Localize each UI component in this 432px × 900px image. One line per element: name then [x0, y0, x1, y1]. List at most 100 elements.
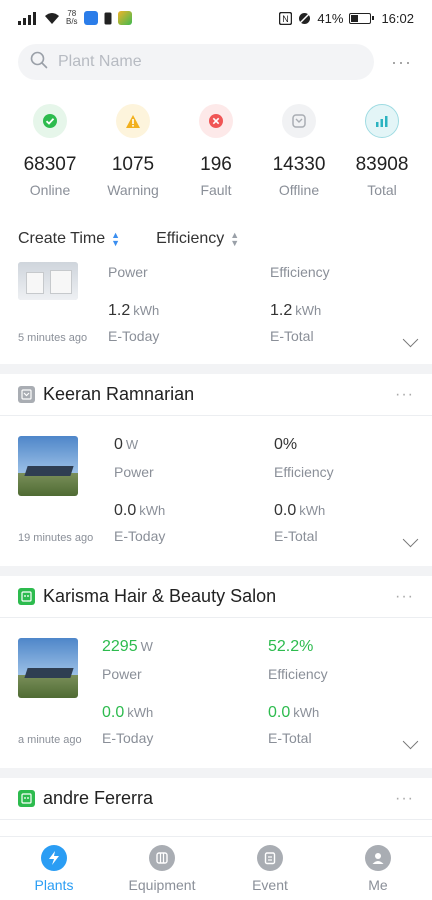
stat-label: Online	[29, 182, 71, 198]
plant-card[interactable]: Keeran Ramnarian ··· 0W Power 0% Efficie…	[0, 374, 432, 566]
online-status-icon	[18, 588, 35, 605]
battery-icon	[349, 12, 375, 24]
stat-fault[interactable]: 196 Fault	[176, 104, 256, 198]
etotal-metric: 1.2 kWh E-Total	[270, 302, 322, 344]
stat-label: Warning	[107, 182, 159, 198]
stat-value: 14330	[272, 154, 326, 175]
nav-plants[interactable]: Plants	[4, 837, 104, 900]
stat-value: 1075	[111, 154, 155, 175]
plant-card[interactable]: andre Fererra ···	[0, 778, 432, 836]
etoday-metric: 0.0 kWh E-Today	[114, 502, 166, 544]
power-metric: 0W Power	[114, 436, 154, 480]
nav-label: Me	[368, 877, 388, 893]
nav-event[interactable]: Event	[220, 837, 320, 900]
bottom-navigation: Plants Equipment Event Me	[0, 836, 432, 900]
plant-card-header: andre Fererra ···	[0, 778, 432, 820]
plant-name: andre Fererra	[43, 788, 154, 808]
sort-bar: Create Time ▲ ▼ Efficiency ▲ ▼	[18, 230, 239, 248]
updated-time: a minute ago	[18, 734, 82, 746]
etoday-metric: 0.0 kWh E-Today	[102, 704, 154, 746]
status-bar: 78 B/s N 41% 16:02	[0, 0, 432, 36]
user-icon	[365, 845, 391, 871]
power-metric: Power	[108, 264, 148, 280]
efficiency-metric: 0% Efficiency	[274, 436, 334, 480]
power-metric: 2295 W Power	[102, 638, 153, 682]
plant-card-body: 2295 W Power 52.2% Efficiency 0.0 kWh E-To…	[0, 618, 432, 778]
sort-efficiency[interactable]: Efficiency ▲ ▼	[156, 230, 239, 248]
search-row: ···	[18, 44, 414, 80]
stat-value: 83908	[355, 154, 409, 175]
search-box[interactable]	[18, 44, 374, 80]
total-chart-icon	[365, 104, 399, 138]
updated-time: 19 minutes ago	[18, 532, 94, 544]
plant-more-icon[interactable]: ···	[395, 790, 414, 808]
nfc-icon: N	[279, 11, 293, 25]
stat-label: Offline	[278, 182, 320, 198]
sort-label: Efficiency	[156, 230, 225, 247]
equipment-icon	[149, 845, 175, 871]
etotal-metric: 0.0 kWh E-Total	[274, 502, 326, 544]
plant-name: Keeran Ramnarian	[43, 384, 195, 404]
app-icon	[117, 11, 132, 25]
search-input[interactable]	[58, 53, 348, 71]
plant-more-icon[interactable]: ···	[395, 588, 414, 606]
warning-triangle-icon	[116, 104, 150, 138]
vibrate-icon	[298, 12, 311, 25]
battery-percent: 41%	[317, 10, 344, 26]
sort-label: Create Time	[18, 230, 106, 247]
nav-me[interactable]: Me	[328, 837, 428, 900]
chevron-down-icon[interactable]	[402, 531, 419, 548]
shield-app-icon	[83, 11, 98, 25]
plant-card-body: 0W Power 0% Efficiency 0.0 kWh E-Today 0.…	[0, 416, 432, 576]
stat-online[interactable]: 68307 Online	[10, 104, 90, 198]
wifi-icon	[44, 12, 60, 25]
svg-text:N: N	[283, 14, 290, 24]
etotal-metric: 0.0 kWh E-Total	[268, 704, 320, 746]
stat-total[interactable]: 83908 Total	[342, 104, 422, 198]
more-options-icon[interactable]: ···	[391, 52, 414, 73]
etoday-metric: 1.2 kWh E-Today	[108, 302, 160, 344]
offline-status-icon	[18, 386, 35, 403]
plant-card[interactable]: Power Efficiency 1.2 kWh E-Today 1.2 kWh E…	[0, 258, 432, 362]
stat-value: 68307	[23, 154, 77, 175]
nav-label: Event	[252, 877, 288, 893]
plant-card[interactable]: Karisma Hair & Beauty Salon ··· 2295 W Po…	[0, 576, 432, 768]
plant-status-summary: 68307 Online 1075 Warning 196 Fault 1433…	[0, 104, 432, 198]
online-status-icon	[18, 790, 35, 807]
efficiency-metric: 52.2% Efficiency	[268, 638, 328, 682]
sort-create-time[interactable]: Create Time ▲ ▼	[18, 230, 120, 248]
plant-thumbnail	[18, 436, 78, 496]
chevron-down-icon[interactable]	[402, 331, 419, 348]
sort-arrows-icon: ▲ ▼	[111, 230, 121, 248]
search-icon	[30, 51, 48, 74]
offline-icon	[282, 104, 316, 138]
plant-name: Karisma Hair & Beauty Salon	[43, 586, 277, 606]
card-divider	[0, 364, 432, 374]
signal-icon	[18, 11, 38, 25]
clock: 16:02	[381, 10, 414, 26]
phone-icon	[104, 12, 112, 25]
plant-thumbnail	[18, 262, 78, 300]
network-speed: 78 B/s	[66, 9, 78, 26]
plant-card-header: Karisma Hair & Beauty Salon ···	[0, 576, 432, 618]
check-circle-icon	[33, 104, 67, 138]
stat-value: 196	[200, 154, 232, 175]
updated-time: 5 minutes ago	[18, 332, 88, 344]
stat-offline[interactable]: 14330 Offline	[259, 104, 339, 198]
chevron-down-icon[interactable]	[402, 733, 419, 750]
stat-label: Total	[367, 182, 397, 198]
stat-warning[interactable]: 1075 Warning	[93, 104, 173, 198]
nav-label: Equipment	[128, 877, 196, 893]
plant-card-header: Keeran Ramnarian ···	[0, 374, 432, 416]
plant-more-icon[interactable]: ···	[395, 386, 414, 404]
card-divider	[0, 566, 432, 576]
fault-x-icon	[199, 104, 233, 138]
lightning-icon	[41, 845, 67, 871]
efficiency-metric: Efficiency	[270, 264, 330, 280]
card-divider	[0, 768, 432, 778]
stat-label: Fault	[200, 182, 232, 198]
sort-arrows-icon: ▲ ▼	[230, 230, 240, 248]
event-icon	[257, 845, 283, 871]
nav-label: Plants	[34, 877, 74, 893]
nav-equipment[interactable]: Equipment	[112, 837, 212, 900]
